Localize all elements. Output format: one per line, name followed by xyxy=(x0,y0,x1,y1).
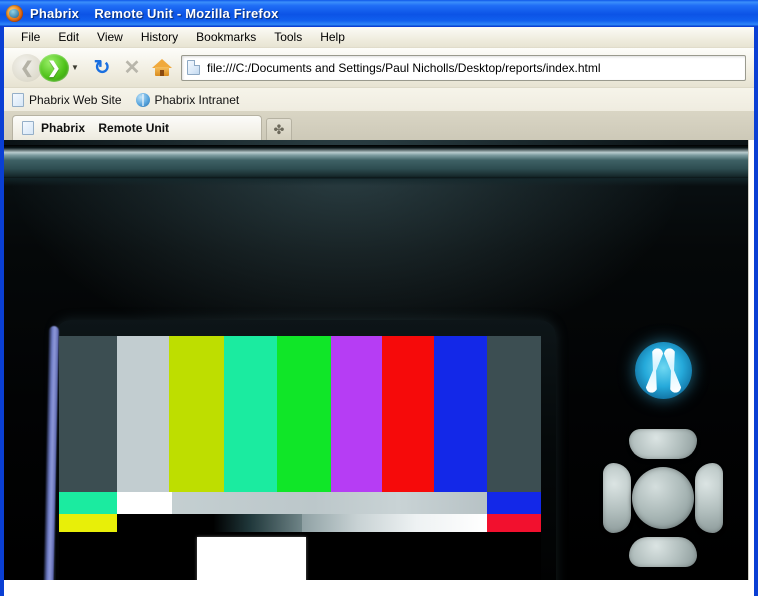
bookmarks-toolbar: Phabrix Web Site Phabrix Intranet xyxy=(4,88,754,112)
colour-bar-segment xyxy=(59,492,117,514)
colour-bars-row-3 xyxy=(59,514,541,532)
menu-item-view[interactable]: View xyxy=(88,28,132,46)
phabrix-remote-unit-image: Phabrix Log Status Downloads xyxy=(4,140,749,580)
colour-bar-segment xyxy=(59,514,117,532)
dpad-right-button[interactable] xyxy=(695,463,723,533)
colour-bar-segment xyxy=(172,492,487,514)
globe-icon xyxy=(135,92,150,107)
url-text[interactable]: file:///C:/Documents and Settings/Paul N… xyxy=(207,61,601,75)
bookmark-phabrix-intranet[interactable]: Phabrix Intranet xyxy=(135,92,240,107)
page-bottom-strip xyxy=(4,592,754,596)
navigation-toolbar: ❮ ❯ ▼ ↻ ✕ file:///C:/Documents and Setti… xyxy=(4,48,754,88)
bookmark-phabrix-web-site[interactable]: Phabrix Web Site xyxy=(12,92,122,107)
colour-bar-segment xyxy=(224,336,277,492)
test-pattern-screen xyxy=(59,336,541,532)
tab-phabrix-remote-unit[interactable]: Phabrix Remote Unit xyxy=(12,115,262,140)
colour-bar-segment xyxy=(487,492,541,514)
stop-icon: ✕ xyxy=(123,56,141,79)
colour-bars-row-1 xyxy=(59,336,541,492)
page-viewport: Phabrix Log Status Downloads xyxy=(4,140,754,592)
chevron-down-icon[interactable]: ▼ xyxy=(69,54,81,82)
menu-bar: File Edit View History Bookmarks Tools H… xyxy=(4,27,754,48)
reload-button[interactable]: ↻ xyxy=(87,53,117,83)
menu-item-bookmarks[interactable]: Bookmarks xyxy=(187,28,265,46)
page-document-icon xyxy=(187,60,200,75)
dpad-up-button[interactable] xyxy=(629,429,697,459)
back-button[interactable]: ❮ xyxy=(12,53,42,82)
new-tab-button[interactable]: ✤ xyxy=(266,118,292,140)
dpad-center-button[interactable] xyxy=(632,467,694,529)
dpad-down-button[interactable] xyxy=(629,537,697,567)
document-icon xyxy=(22,121,34,135)
address-bar[interactable]: file:///C:/Documents and Settings/Paul N… xyxy=(181,54,746,81)
forward-button[interactable]: ❯ xyxy=(39,53,69,82)
colour-bar-segment xyxy=(331,336,382,492)
colour-bar-segment xyxy=(434,336,487,492)
menu-item-file[interactable]: File xyxy=(12,28,49,46)
colour-bar-segment xyxy=(117,514,302,532)
menu-item-help[interactable]: Help xyxy=(311,28,354,46)
title-bar: Phabrix Remote Unit - Mozilla Firefox xyxy=(0,0,758,27)
home-button[interactable] xyxy=(147,53,177,83)
colour-bar-segment xyxy=(382,336,434,492)
bookmark-label: Phabrix Web Site xyxy=(29,92,122,107)
firefox-icon xyxy=(6,4,23,22)
colour-bar-segment xyxy=(277,336,331,492)
tab-label: Phabrix Remote Unit xyxy=(41,121,170,135)
home-icon xyxy=(152,58,172,77)
colour-bar-segment xyxy=(117,336,169,492)
document-icon xyxy=(12,92,24,107)
menu-item-tools[interactable]: Tools xyxy=(265,28,311,46)
colour-bar-segment xyxy=(59,336,117,492)
colour-bar-segment xyxy=(169,336,224,492)
colour-bars-row-2 xyxy=(59,492,541,514)
tab-strip: Phabrix Remote Unit ✤ xyxy=(4,112,754,140)
colour-bar-segment xyxy=(487,514,541,532)
menu-item-edit[interactable]: Edit xyxy=(49,28,88,46)
browser-window: Phabrix Remote Unit - Mozilla Firefox Fi… xyxy=(0,0,758,596)
colour-bar-segment xyxy=(487,336,541,492)
phabrix-logo-icon xyxy=(635,342,692,399)
window-title: Phabrix Remote Unit - Mozilla Firefox xyxy=(30,5,279,21)
dpad-icon[interactable] xyxy=(601,425,725,580)
colour-bar-segment xyxy=(117,492,172,514)
menu-item-history[interactable]: History xyxy=(132,28,187,46)
colour-bar-segment xyxy=(302,514,487,532)
dpad-left-button[interactable] xyxy=(603,463,631,533)
stop-button[interactable]: ✕ xyxy=(117,53,147,83)
reload-icon: ↻ xyxy=(93,56,111,79)
white-test-patch xyxy=(197,537,306,580)
device-chassis-top xyxy=(4,145,748,186)
bookmark-label: Phabrix Intranet xyxy=(154,92,240,107)
